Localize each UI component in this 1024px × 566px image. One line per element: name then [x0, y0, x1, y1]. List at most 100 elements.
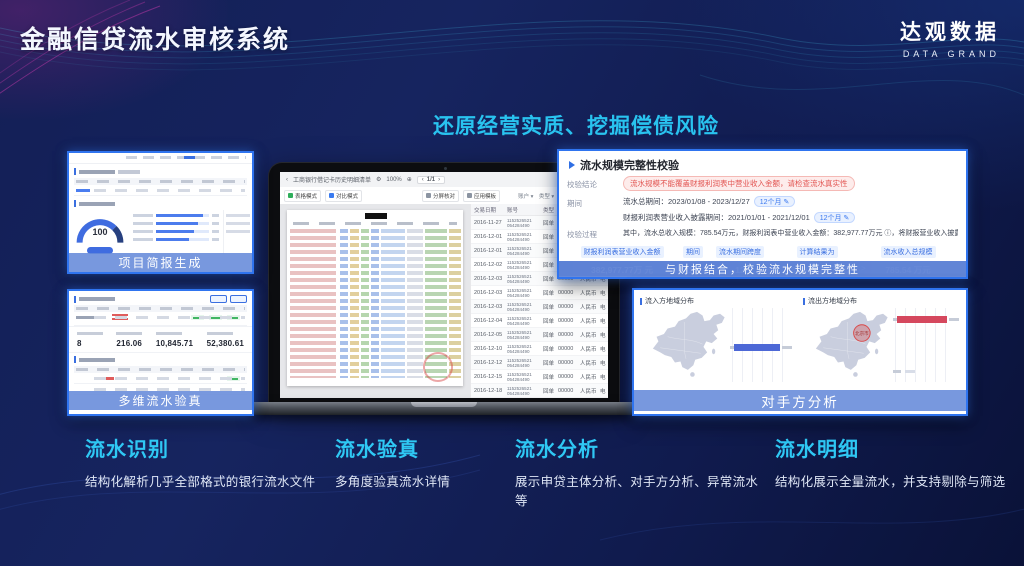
china-map-marked: 北京市 — [803, 308, 895, 382]
section-arrow-icon — [569, 161, 575, 169]
edit-icon: ✎ — [784, 198, 790, 206]
back-arrow-icon[interactable]: ‹ — [286, 177, 288, 183]
period-row-2: 财报利润表营业收入披露期间：2021/01/01 - 2021/12/01 12… — [623, 212, 958, 223]
period-tag-2[interactable]: 12个月✎ — [814, 212, 856, 223]
region-marker-label: 北京市 — [855, 330, 869, 337]
table-row[interactable]: 2016-12-15 1152526521054284490 回单 00000 … — [471, 370, 608, 384]
feature-flow-recognition: 流水识别 结构化解析几乎全部格式的银行流水文件 — [85, 433, 330, 490]
slide-subtitle: 还原经营实质、挖掘偿债风险 — [152, 110, 1000, 140]
outflow-bar — [897, 316, 947, 323]
document-title: 工商银行借记卡历史明细清单 — [293, 175, 371, 184]
feature-desc: 结构化展示全量流水，并支持剔除与筛选 — [775, 471, 1010, 490]
mini-table-header — [74, 178, 247, 185]
conclusion-label: 校验结论 — [563, 179, 623, 190]
feature-title: 流水验真 — [335, 433, 510, 462]
table-row[interactable]: 2016-12-12 1152526521054284490 回单 00000 … — [471, 356, 608, 370]
compare-mode-button[interactable]: 对比模式 — [325, 190, 362, 202]
stat-count: 8 — [77, 332, 103, 348]
score-gauge: 100 — [69, 210, 131, 254]
caption-scale-completeness: 与财报结合，校验流水规模完整性 — [559, 261, 966, 277]
mini-table-row-2 — [74, 373, 247, 384]
feature-flow-verification: 流水验真 多角度验真流水详情 — [335, 433, 510, 490]
caption-multi-dim-verification: 多维流水验真 — [69, 391, 252, 410]
china-map — [640, 308, 732, 382]
feature-desc: 多角度验真流水详情 — [335, 471, 510, 490]
conclusion-tag: 流水规模不能覆盖财报利润表中营业收入金额，请检查流水真实性 — [623, 176, 855, 191]
stat-amount-1: 216.06 — [116, 332, 142, 348]
mini-table-header — [74, 305, 247, 312]
flow-scale-check-panel: 流水规模完整性校验 校验结论 流水规模不能覆盖财报利润表中营业收入金额，请检查流… — [557, 149, 968, 279]
mini-table-row — [74, 185, 247, 196]
brand-logo: 达观数据 DATA GRAND — [900, 16, 1000, 59]
panel-title: 流水规模完整性校验 — [569, 157, 679, 173]
mini-navbar — [69, 153, 252, 164]
page-indicator[interactable]: ‹1/1› — [417, 176, 445, 184]
redaction-box — [365, 213, 387, 219]
inflow-bar-chart — [732, 308, 792, 382]
zoom-level[interactable]: 100% — [386, 177, 401, 183]
period-label: 期间 — [563, 198, 623, 209]
table-row[interactable]: 2016-12-18 1152526521054284490 回单 00000 … — [471, 384, 608, 398]
feature-title: 流水识别 — [85, 433, 330, 462]
table-mode-button[interactable]: 表格模式 — [284, 190, 321, 202]
brand-name-en: DATA GRAND — [900, 49, 1000, 59]
mini-section-title — [74, 168, 252, 175]
gauge-value: 100 — [69, 227, 131, 237]
apply-template-button[interactable]: 应用模板 — [463, 190, 500, 202]
counterparty-analysis-panel: 流入方地域分布 流出方地域分布 — [632, 288, 968, 416]
table-row[interactable]: 2016-12-03 1152526521054284490 回单 00000 … — [471, 286, 608, 300]
score-progress-list — [131, 210, 223, 254]
statistics-row: 8 216.06 10,845.71 52,380.61 — [69, 326, 252, 353]
laptop-base — [249, 402, 639, 415]
stat-amount-3: 52,380.61 — [207, 332, 244, 348]
conclusion-row: 流水规模不能覆盖财报利润表中营业收入金额，请检查流水真实性 — [623, 176, 958, 191]
scanned-statement-pane — [280, 204, 470, 398]
table-row[interactable]: 2016-12-04 1152526521054284490 回单 00000 … — [471, 314, 608, 328]
split-check-button[interactable]: 分屏核对 — [422, 190, 459, 202]
outflow-bar-chart — [895, 308, 955, 382]
webcam-dot — [444, 167, 447, 170]
caption-report-generation: 项目简报生成 — [69, 253, 252, 272]
gear-icon[interactable]: ⚙ — [376, 176, 381, 183]
mini-header — [74, 295, 247, 303]
process-text: 其中，流水总收入规模：785.54万元，财报利润表中营业收入金额：382,977… — [623, 228, 958, 238]
inflow-bar — [734, 344, 780, 351]
stat-amount-2: 10,845.71 — [156, 332, 193, 348]
formula-labels: 财报利润表营业收入金额 期间 流水期间跨度 计算结果为 流水收入总规模 — [572, 241, 957, 259]
mini-side-panel — [223, 210, 252, 254]
title-tick — [640, 298, 642, 305]
mini-section-title-2 — [74, 200, 252, 207]
process-label: 校验过程 — [563, 229, 623, 240]
statement-header-bars — [293, 222, 457, 225]
table-row[interactable]: 2016-12-05 1152526521054284490 回单 00000 … — [471, 328, 608, 342]
feature-title: 流水明细 — [775, 433, 1010, 462]
template-icon — [467, 193, 472, 198]
verification-screenshot-card: 8 216.06 10,845.71 52,380.61 多维流水验真 — [67, 289, 254, 416]
page-number: 1/1 — [427, 177, 435, 183]
brand-name-cn: 达观数据 — [900, 16, 1000, 46]
edit-icon: ✎ — [844, 214, 850, 222]
feature-flow-analysis: 流水分析 展示申贷主体分析、对手方分析、异常流水等 — [515, 433, 770, 509]
mini-section-title — [74, 356, 252, 363]
title-tick — [803, 298, 805, 305]
scanned-statement-page — [287, 210, 463, 386]
compare-mode-icon — [329, 193, 334, 198]
report-screenshot-card: 100 项目简报生成 — [67, 151, 254, 274]
prev-page-icon[interactable]: ‹ — [422, 177, 424, 183]
split-icon — [426, 193, 431, 198]
period-tag-1[interactable]: 12个月✎ — [754, 196, 796, 207]
feature-desc: 展示申贷主体分析、对手方分析、异常流水等 — [515, 471, 770, 509]
mini-table-header-2 — [74, 366, 247, 373]
caption-counterparty-analysis: 对手方分析 — [634, 390, 966, 411]
next-page-icon[interactable]: › — [438, 177, 440, 183]
zoom-in-icon[interactable]: ⊕ — [407, 176, 412, 183]
laptop-notch — [411, 402, 477, 407]
mini-buttons[interactable] — [210, 295, 247, 303]
table-row[interactable]: 2016-12-03 1152526521054284490 回单 00000 … — [471, 300, 608, 314]
table-mode-icon — [288, 193, 293, 198]
table-row[interactable]: 2016-12-10 1152526521054284490 回单 00000 … — [471, 342, 608, 356]
mini-table-row — [74, 312, 247, 326]
mini-score-section: 100 — [69, 210, 252, 254]
feature-title: 流水分析 — [515, 433, 770, 462]
feature-flow-detail: 流水明细 结构化展示全量流水，并支持剔除与筛选 — [775, 433, 1010, 490]
